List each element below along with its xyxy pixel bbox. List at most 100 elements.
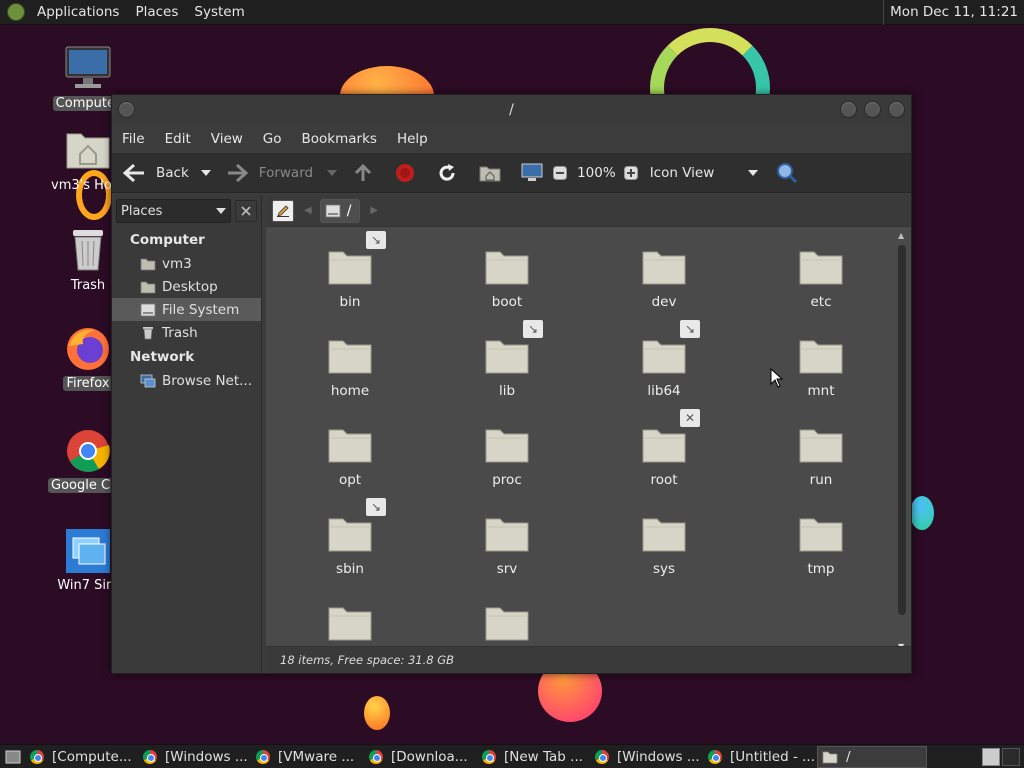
sidebar-item-browse-network[interactable]: Browse Net... (112, 369, 261, 392)
taskbar-task[interactable]: [New Tab ... (478, 746, 591, 768)
taskbar-task-label: / (846, 748, 851, 765)
path-forward-arrow-icon[interactable]: ▶ (370, 205, 378, 216)
no-access-emblem-icon: ✕ (680, 409, 700, 427)
close-button[interactable] (888, 101, 905, 118)
computer-button[interactable] (521, 153, 543, 193)
minimize-button[interactable] (840, 101, 857, 118)
back-history-dropdown[interactable] (200, 153, 211, 193)
taskbar-task[interactable]: [Untitled - ... (704, 746, 817, 768)
menu-go[interactable]: Go (253, 131, 292, 147)
applications-menu[interactable]: Applications (29, 4, 127, 20)
zoom-in-button[interactable] (623, 153, 638, 193)
menu-edit[interactable]: Edit (155, 131, 201, 147)
folder-item[interactable]: ↘ lib64 (604, 320, 724, 399)
folder-icon: ↘ (327, 231, 386, 288)
chrome-icon (256, 749, 270, 764)
folder-icon (484, 604, 530, 644)
reload-icon (439, 164, 455, 181)
folder-item[interactable] (290, 604, 410, 646)
sidebar-close-button[interactable] (235, 200, 257, 222)
view-mode-select[interactable]: Icon View (650, 153, 758, 193)
folder-label: srv (496, 561, 518, 577)
folder-item[interactable]: srv (447, 515, 567, 577)
sidebar-item-file-system[interactable]: File System (112, 298, 261, 321)
window-titlebar[interactable]: / (112, 95, 911, 125)
taskbar-task[interactable]: [Downloa... (365, 746, 478, 768)
folder-item[interactable]: ↘ sbin (290, 498, 410, 577)
location-toggle-button[interactable] (272, 199, 294, 222)
folder-item[interactable]: dev (604, 248, 724, 310)
folder-item[interactable]: opt (290, 426, 410, 488)
drive-icon (140, 303, 156, 316)
folder-label: sys (652, 561, 676, 577)
workspace-switcher[interactable] (982, 747, 1020, 766)
folder-item[interactable]: ↘ lib (447, 320, 567, 399)
home-button[interactable] (479, 153, 501, 193)
view-mode-label: Icon View (649, 165, 715, 181)
forward-history-dropdown[interactable] (327, 153, 338, 193)
folder-item[interactable]: ✕ root (604, 409, 724, 488)
taskbar-task[interactable]: [Windows ... (139, 746, 252, 768)
folder-item[interactable]: tmp (761, 515, 881, 577)
taskbar-task[interactable]: [Compute... (26, 746, 139, 768)
forward-arrow-icon (227, 163, 249, 183)
system-menu[interactable]: System (186, 4, 252, 20)
clock[interactable]: Mon Dec 11, 11:21 (883, 0, 1024, 25)
path-crumb-root[interactable]: / (319, 198, 361, 223)
stop-button[interactable] (395, 153, 415, 193)
symlink-emblem-icon: ↘ (523, 320, 543, 338)
workspace-1[interactable] (982, 747, 1000, 766)
sidebar-header: Places (112, 195, 261, 227)
menu-view[interactable]: View (201, 131, 253, 147)
folder-item[interactable]: ↘ bin (290, 231, 410, 310)
up-button[interactable] (353, 153, 373, 193)
folder-label: root (650, 472, 678, 488)
show-desktop-button[interactable] (0, 746, 26, 768)
menu-bookmarks[interactable]: Bookmarks (292, 131, 387, 147)
path-back-arrow-icon[interactable]: ◀ (304, 205, 312, 216)
back-button[interactable]: Back (122, 153, 189, 193)
chrome-icon (65, 428, 111, 474)
folder-label: run (809, 472, 833, 488)
folder-item[interactable]: etc (761, 248, 881, 310)
search-button[interactable] (776, 153, 798, 193)
folder-label: dev (651, 294, 677, 310)
menu-help[interactable]: Help (387, 131, 438, 147)
sidebar-item-desktop[interactable]: Desktop (112, 275, 261, 298)
menu-file[interactable]: File (112, 131, 155, 147)
decor-blob-small-orange (364, 696, 390, 730)
desktop-folder-icon (140, 281, 156, 293)
sidebar-type-select[interactable]: Places (116, 199, 232, 223)
taskbar-task[interactable]: / (817, 745, 927, 768)
sidebar-item-trash[interactable]: Trash (112, 321, 261, 344)
scroll-thumb[interactable] (898, 245, 906, 615)
folder-item[interactable] (447, 604, 567, 646)
scroll-up-arrow-icon[interactable]: ▲ (898, 231, 904, 240)
sidebar-item-label: File System (162, 301, 240, 318)
window-menu-button[interactable] (118, 101, 135, 118)
folder-icon (484, 426, 530, 466)
folder-item[interactable]: run (761, 426, 881, 488)
reload-button[interactable] (437, 153, 457, 193)
zoom-level: 100% (577, 165, 616, 181)
mint-logo-icon[interactable] (7, 3, 25, 21)
vertical-scrollbar[interactable]: ▲ ▼ (897, 231, 907, 651)
taskbar-task[interactable]: [Windows ... (591, 746, 704, 768)
forward-button[interactable]: Forward (227, 153, 313, 193)
window-title: / (509, 102, 514, 118)
places-menu[interactable]: Places (127, 4, 186, 20)
folder-icon: ✕ (641, 409, 700, 466)
taskbar-task-label: [Windows ... (617, 748, 700, 765)
maximize-button[interactable] (864, 101, 881, 118)
taskbar-task[interactable]: [VMware ... (252, 746, 365, 768)
zoom-out-button[interactable] (553, 153, 568, 193)
desktop-icon-label: Trash (70, 278, 106, 293)
folder-item[interactable]: proc (447, 426, 567, 488)
sidebar-item-vm3[interactable]: vm3 (112, 252, 261, 275)
folder-item[interactable]: sys (604, 515, 724, 577)
home-folder-icon (140, 258, 156, 270)
chrome-icon (369, 749, 383, 764)
folder-item[interactable]: home (290, 337, 410, 399)
folder-item[interactable]: boot (447, 248, 567, 310)
workspace-2[interactable] (1002, 747, 1020, 766)
